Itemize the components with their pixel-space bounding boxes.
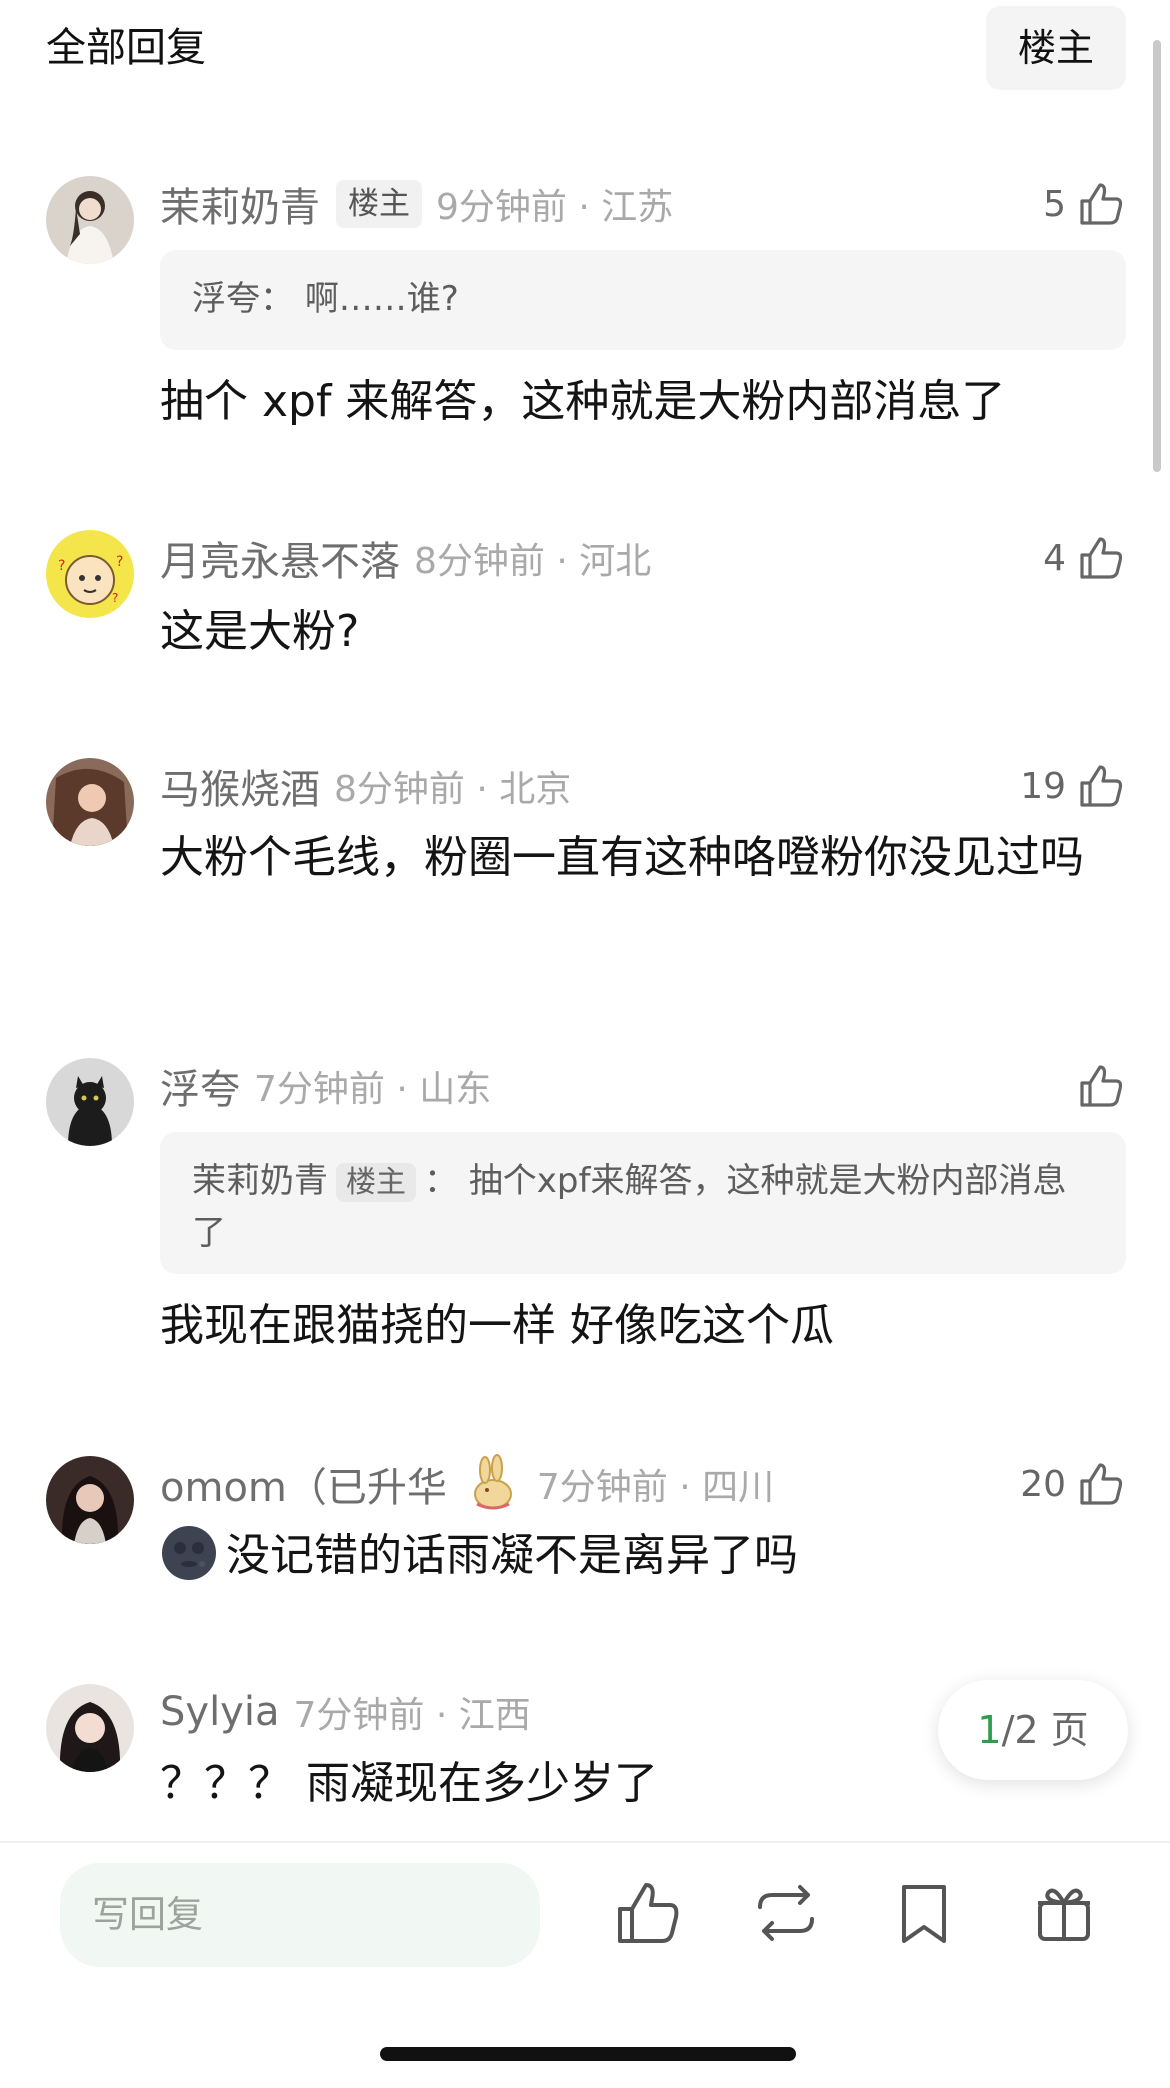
time-location: 8分钟前 · 北京 [334, 769, 572, 810]
username[interactable]: 浮夸 [160, 1057, 240, 1115]
comment-meta: 茉莉奶青 楼主 9分钟前 · 江苏 [160, 176, 673, 232]
thumbs-up-icon [1080, 1463, 1123, 1505]
comment-text: 我现在跟猫挠的一样 好像吃这个瓜 [160, 1300, 834, 1351]
username[interactable]: 茉莉奶青 [160, 175, 320, 233]
svg-text:?: ? [116, 554, 123, 570]
username[interactable]: 月亮永悬不落 [160, 529, 400, 587]
like-count: 4 [1043, 537, 1066, 579]
svg-text:?: ? [58, 558, 65, 574]
new-moon-face-emoji [162, 1526, 216, 1580]
repost-icon[interactable] [750, 1877, 822, 1949]
comment-meta: omom（已升华 7分钟前 · 四川 [160, 1454, 775, 1513]
thumbs-up-icon [1080, 765, 1123, 807]
like-button[interactable]: 19 [1020, 758, 1126, 814]
time-location: 8分钟前 · 河北 [414, 541, 652, 582]
time-location: 7分钟前 · 江西 [293, 1695, 531, 1736]
op-only-button[interactable]: 楼主 [986, 6, 1126, 90]
thumbs-up-icon [1080, 1065, 1123, 1107]
comment-meta: 马猴烧酒 8分钟前 · 北京 [160, 758, 571, 814]
quote-author: 茉莉奶青 [192, 1161, 328, 1201]
avatar[interactable] [46, 1456, 134, 1544]
total-pages: /2 页 [1001, 1708, 1089, 1752]
quoted-reply[interactable]: 浮夸： 啊……谁? [160, 250, 1126, 350]
username[interactable]: Sylyia [160, 1689, 279, 1735]
comment-text: 抽个 xpf 来解答，这种就是大粉内部消息了 [160, 376, 1006, 427]
home-indicator[interactable] [380, 2047, 796, 2061]
time-location: 9分钟前 · 江苏 [436, 187, 674, 228]
time-location: 7分钟前 · 四川 [536, 1467, 775, 1508]
like-button[interactable]: 20 [1020, 1456, 1126, 1512]
top-bar: 全部回复 楼主 [0, 0, 1170, 110]
reply-input[interactable]: 写回复 [60, 1863, 540, 1967]
avatar[interactable] [46, 1058, 134, 1146]
quote-author: 浮夸 [192, 279, 260, 319]
gift-icon[interactable] [1028, 1877, 1100, 1949]
comment-text: 没记错的话雨凝不是离异了吗 [160, 1520, 1090, 1592]
comment-meta: 月亮永悬不落 8分钟前 · 河北 [160, 530, 651, 586]
like-button[interactable]: 5 [1043, 176, 1126, 232]
avatar[interactable] [46, 1684, 134, 1772]
like-count: 19 [1020, 765, 1066, 807]
scrollbar[interactable] [1153, 40, 1161, 472]
op-badge: 楼主 [336, 1163, 416, 1202]
bookmark-icon[interactable] [888, 1877, 960, 1949]
username[interactable]: 马猴烧酒 [160, 757, 320, 815]
avatar[interactable]: ??? [46, 530, 134, 618]
thumbs-up-icon [1080, 537, 1123, 579]
comment-meta: Sylyia 7分钟前 · 江西 [160, 1684, 531, 1740]
time-location: 7分钟前 · 山东 [254, 1069, 492, 1110]
comment-meta: 浮夸 7分钟前 · 山东 [160, 1058, 491, 1114]
page-indicator[interactable]: 1/2 页 [938, 1680, 1128, 1780]
like-count: 20 [1020, 1463, 1066, 1505]
rabbit-badge-icon [473, 1454, 512, 1510]
thumbs-up-icon [1080, 183, 1123, 225]
quoted-reply[interactable]: 茉莉奶青 楼主： 抽个xpf来解答，这种就是大粉内部消息了 [160, 1132, 1126, 1274]
current-page: 1 [977, 1708, 1002, 1752]
op-badge: 楼主 [336, 180, 422, 228]
comment-text: 大粉个毛线，粉圈一直有这种咯噔粉你没见过吗 [160, 832, 1084, 883]
quote-text: 啊……谁? [304, 279, 459, 319]
comment-text: 这是大粉? [160, 606, 360, 657]
like-count: 5 [1043, 183, 1066, 225]
svg-text:?: ? [112, 591, 118, 605]
like-button[interactable] [1066, 1058, 1126, 1114]
thumbs-up-icon[interactable] [612, 1877, 684, 1949]
like-button[interactable]: 4 [1043, 530, 1126, 586]
username[interactable]: omom（已升华 [160, 1455, 447, 1513]
avatar[interactable] [46, 758, 134, 846]
avatar[interactable] [46, 176, 134, 264]
page-title: 全部回复 [46, 25, 206, 71]
